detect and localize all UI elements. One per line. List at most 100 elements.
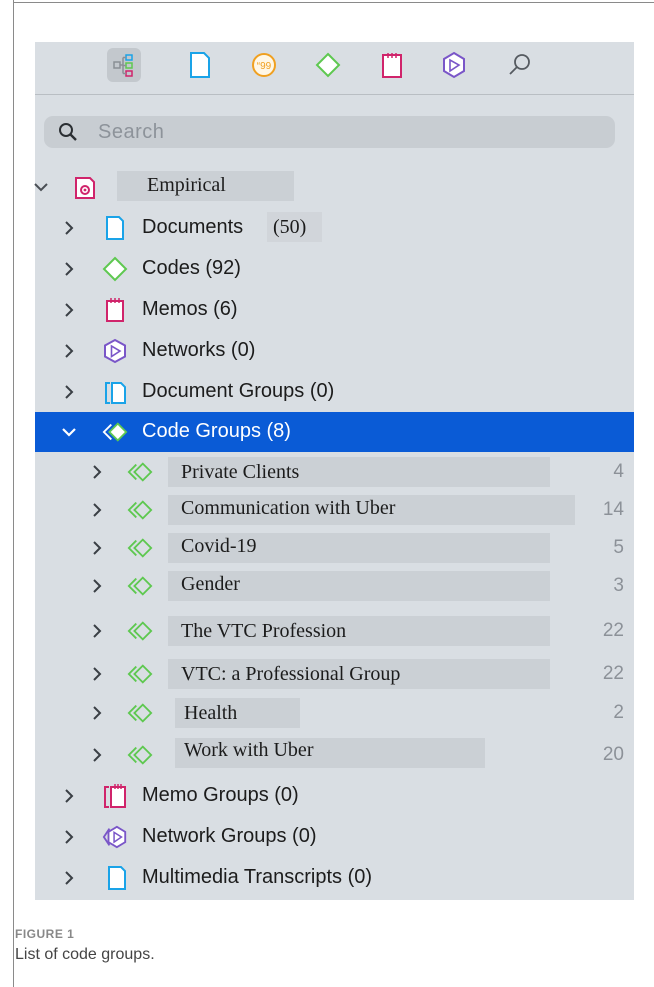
document-group-icon <box>105 382 126 404</box>
memo-group-icon <box>104 784 126 808</box>
code-group-label: Private Clients <box>181 461 300 483</box>
chevron-right-icon[interactable] <box>87 500 107 520</box>
code-group-row[interactable]: VTC: a Professional Group 22 <box>35 655 634 693</box>
project-icon <box>75 177 95 199</box>
tree-item-networks[interactable]: Networks (0) <box>35 331 634 371</box>
networks-button[interactable] <box>437 48 471 82</box>
multimedia-transcripts-label: Multimedia Transcripts (0) <box>142 866 373 888</box>
network-groups-label: Network Groups (0) <box>142 825 317 847</box>
chevron-right-icon[interactable] <box>87 538 107 558</box>
code-group-count: 20 <box>602 744 624 765</box>
memo-groups-label: Memo Groups (0) <box>142 784 299 806</box>
memos-button[interactable] <box>375 48 409 82</box>
chevron-right-icon[interactable] <box>59 300 79 320</box>
memo-icon <box>382 53 402 78</box>
tree-item-memos[interactable]: Memos (6) <box>35 290 634 330</box>
code-group-count: 2 <box>613 702 624 723</box>
code-group-icon <box>127 745 153 765</box>
chevron-right-icon[interactable] <box>59 786 79 806</box>
network-icon <box>104 338 126 364</box>
code-group-count: 3 <box>613 575 624 596</box>
chevron-right-icon[interactable] <box>87 462 107 482</box>
code-group-icon <box>127 500 153 520</box>
code-group-label: Gender <box>181 573 240 595</box>
chevron-right-icon[interactable] <box>87 703 107 723</box>
code-group-row[interactable]: The VTC Profession 22 <box>35 612 634 650</box>
tree-item-document-groups[interactable]: Document Groups (0) <box>35 372 634 412</box>
code-group-row[interactable]: Communication with Uber 14 <box>35 491 634 529</box>
chevron-right-icon[interactable] <box>87 745 107 765</box>
code-groups-label: Code Groups (8) <box>142 420 291 442</box>
transcript-icon <box>108 866 126 890</box>
tree-item-documents[interactable]: Documents (50) <box>35 208 634 248</box>
code-group-count: 5 <box>613 537 624 558</box>
tree-item-memo-groups[interactable]: Memo Groups (0) <box>35 776 634 816</box>
search-tool-button[interactable] <box>503 48 537 82</box>
documents-count: (50) <box>273 216 307 238</box>
project-explorer-icon <box>113 54 133 77</box>
code-group-icon <box>127 621 153 641</box>
chevron-right-icon[interactable] <box>87 576 107 596</box>
codes-label: Codes (92) <box>142 257 241 279</box>
code-icon <box>315 52 341 78</box>
code-group-label: VTC: a Professional Group <box>181 663 401 685</box>
document-icon <box>190 52 210 78</box>
code-group-label: Communication with Uber <box>181 497 396 519</box>
codes-button[interactable] <box>311 48 345 82</box>
code-group-label: The VTC Profession <box>181 620 347 642</box>
chevron-right-icon[interactable] <box>87 664 107 684</box>
search-icon <box>59 123 77 141</box>
tree-item-multimedia-transcripts[interactable]: Multimedia Transcripts (0) <box>35 858 634 898</box>
code-group-count: 14 <box>602 499 624 520</box>
network-group-icon <box>102 825 127 849</box>
quotation-icon: “99 <box>252 53 276 77</box>
memos-label: Memos (6) <box>142 298 238 320</box>
chevron-right-icon[interactable] <box>59 218 79 238</box>
memo-icon <box>106 298 124 322</box>
code-group-count: 4 <box>613 461 624 482</box>
chevron-right-icon[interactable] <box>59 868 79 888</box>
code-group-row[interactable]: Covid-19 5 <box>35 529 634 567</box>
search-icon <box>509 54 530 75</box>
code-group-row[interactable]: Health 2 <box>35 694 634 732</box>
chevron-right-icon[interactable] <box>59 259 79 279</box>
document-groups-label: Document Groups (0) <box>142 380 335 402</box>
tree-item-network-groups[interactable]: Network Groups (0) <box>35 817 634 857</box>
project-explorer-button[interactable] <box>107 48 141 82</box>
code-icon <box>102 256 128 282</box>
networks-label: Networks (0) <box>142 339 256 361</box>
figure-frame-top <box>13 2 654 3</box>
code-group-label: Work with Uber <box>184 739 314 761</box>
tree-root-empirical[interactable]: Empirical <box>34 167 634 207</box>
document-icon <box>106 216 124 240</box>
code-group-icon <box>127 462 153 482</box>
network-icon <box>443 51 465 79</box>
code-group-row[interactable]: Work with Uber 20 <box>35 734 634 772</box>
chevron-right-icon[interactable] <box>59 341 79 361</box>
svg-text:“99: “99 <box>257 61 272 72</box>
chevron-down-icon[interactable] <box>59 422 79 442</box>
project-explorer-panel: “99 Search Empirical Documents (50) Code… <box>34 42 634 900</box>
chevron-right-icon[interactable] <box>59 827 79 847</box>
code-group-row[interactable]: Gender 3 <box>35 567 634 605</box>
search-field[interactable]: Search <box>44 116 615 148</box>
code-group-icon <box>127 664 153 684</box>
code-group-count: 22 <box>602 620 624 641</box>
code-group-label: Health <box>184 702 238 724</box>
tree-item-code-groups[interactable]: Code Groups (8) <box>35 412 634 452</box>
code-group-icon <box>127 703 153 723</box>
chevron-right-icon[interactable] <box>59 382 79 402</box>
chevron-right-icon[interactable] <box>87 621 107 641</box>
toolbar: “99 <box>35 42 634 95</box>
figure-number: FIGURE 1 <box>15 927 75 941</box>
code-group-icon <box>127 576 153 596</box>
tree-item-codes[interactable]: Codes (92) <box>35 249 634 289</box>
quotations-button[interactable]: “99 <box>247 48 281 82</box>
root-label: Empirical <box>147 174 226 196</box>
figure-caption: List of code groups. <box>15 946 155 963</box>
chevron-down-icon[interactable] <box>31 177 51 197</box>
documents-button[interactable] <box>183 48 217 82</box>
code-group-icon <box>127 538 153 558</box>
search-placeholder: Search <box>98 121 165 143</box>
code-group-row[interactable]: Private Clients 4 <box>35 453 634 491</box>
